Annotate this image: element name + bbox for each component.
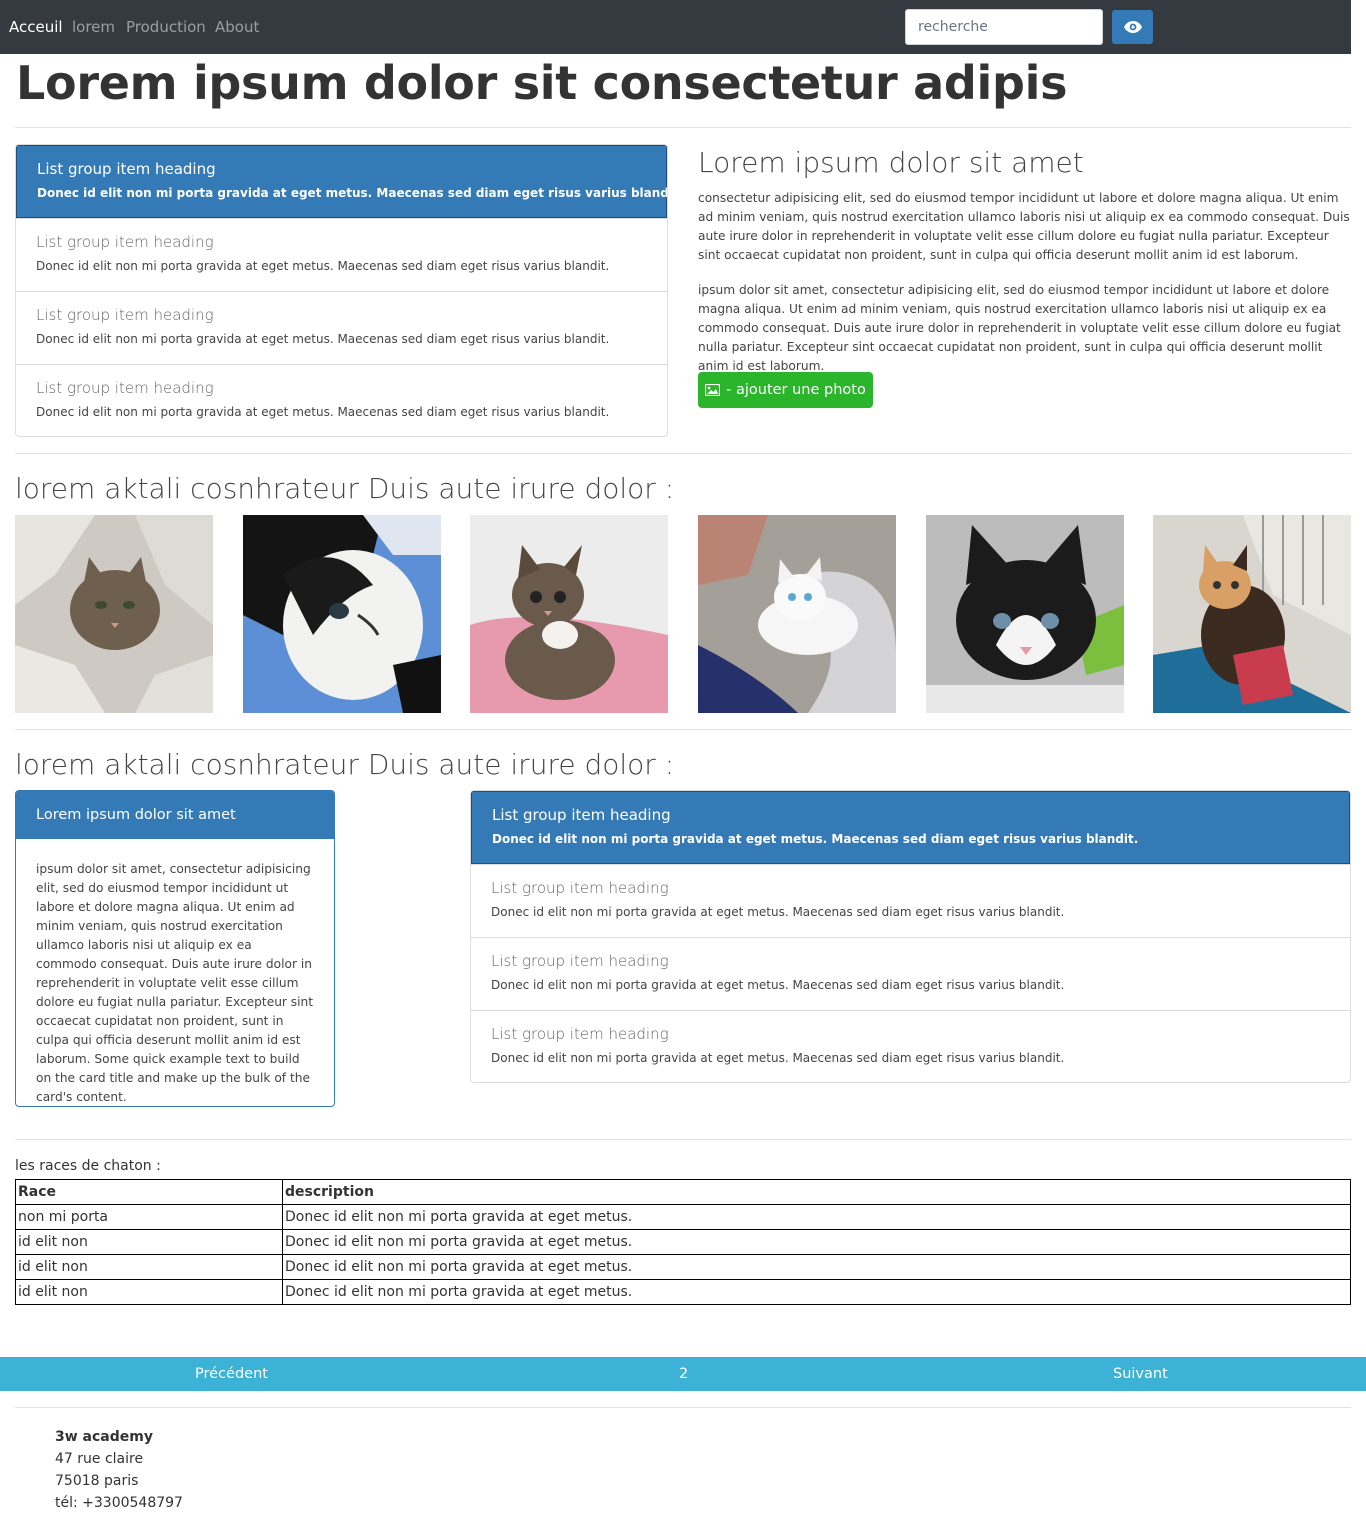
table-row: non mi porta Donec id elit non mi porta … bbox=[15, 1204, 1351, 1230]
divider bbox=[15, 1139, 1351, 1140]
list-item[interactable]: List group item heading Donec id elit no… bbox=[16, 145, 667, 218]
info-card: Lorem ipsum dolor sit amet ipsum dolor s… bbox=[15, 790, 335, 1107]
intro-title: Lorem ipsum dolor sit amet bbox=[698, 146, 1084, 179]
list-item[interactable]: List group item heading Donec id elit no… bbox=[471, 864, 1350, 937]
table-header-row: Race description bbox=[15, 1179, 1351, 1205]
table-caption: les races de chaton : bbox=[15, 1158, 161, 1174]
list-item[interactable]: List group item heading Donec id elit no… bbox=[471, 791, 1350, 864]
column-header-description: description bbox=[282, 1179, 1351, 1205]
section-title: lorem aktali cosnhrateur Duis aute irure… bbox=[15, 748, 675, 781]
card-body: ipsum dolor sit amet, consectetur adipis… bbox=[36, 862, 314, 1104]
table-row: id elit non Donec id elit non mi porta g… bbox=[15, 1279, 1351, 1305]
list-item-heading: List group item heading bbox=[37, 160, 216, 178]
table-cell-race: non mi porta bbox=[15, 1204, 283, 1230]
add-photo-button[interactable]: - ajouter une photo bbox=[698, 372, 873, 408]
list-item-text: Donec id elit non mi porta gravida at eg… bbox=[491, 1051, 1065, 1065]
footer-phone: tél: +3300548797 bbox=[55, 1495, 183, 1511]
navbar: Acceuil lorem Production About bbox=[0, 0, 1351, 54]
previous-page-link[interactable]: Précédent bbox=[195, 1366, 268, 1382]
search-input[interactable] bbox=[905, 9, 1103, 45]
list-item-heading: List group item heading bbox=[491, 1025, 669, 1043]
kitten-photo-5[interactable] bbox=[926, 515, 1124, 713]
list-item[interactable]: List group item heading Donec id elit no… bbox=[16, 364, 667, 436]
table-cell-description: Donec id elit non mi porta gravida at eg… bbox=[282, 1279, 1351, 1305]
table-row: id elit non Donec id elit non mi porta g… bbox=[15, 1254, 1351, 1280]
list-item-heading: List group item heading bbox=[36, 233, 214, 251]
kitten-photo-1[interactable] bbox=[15, 515, 213, 713]
list-item-heading: List group item heading bbox=[491, 879, 669, 897]
next-page-link[interactable]: Suivant bbox=[1113, 1366, 1168, 1382]
gallery-title: lorem aktali cosnhrateur Duis aute irure… bbox=[15, 472, 675, 505]
list-item-heading: List group item heading bbox=[491, 952, 669, 970]
list-group: List group item heading Donec id elit no… bbox=[15, 144, 668, 437]
page-title: Lorem ipsum dolor sit consectetur adipis bbox=[16, 56, 1068, 110]
divider bbox=[15, 729, 1351, 730]
list-item[interactable]: List group item heading Donec id elit no… bbox=[471, 937, 1350, 1010]
search-button[interactable] bbox=[1112, 10, 1153, 44]
footer-city: 75018 paris bbox=[55, 1473, 139, 1489]
list-item[interactable]: List group item heading Donec id elit no… bbox=[471, 1010, 1350, 1082]
nav-link-production[interactable]: Production bbox=[126, 18, 206, 36]
list-item-heading: List group item heading bbox=[36, 306, 214, 324]
table-cell-race: id elit non bbox=[15, 1254, 283, 1280]
list-item-text: Donec id elit non mi porta gravida at eg… bbox=[491, 905, 1065, 919]
table-row: id elit non Donec id elit non mi porta g… bbox=[15, 1229, 1351, 1255]
kitten-photo-6[interactable] bbox=[1153, 515, 1351, 713]
nav-link-lorem[interactable]: lorem bbox=[72, 18, 115, 36]
footer-street: 47 rue claire bbox=[55, 1451, 144, 1467]
list-item-text: Donec id elit non mi porta gravida at eg… bbox=[491, 978, 1065, 992]
table-cell-description: Donec id elit non mi porta gravida at eg… bbox=[282, 1204, 1351, 1230]
list-group: List group item heading Donec id elit no… bbox=[470, 790, 1351, 1083]
divider bbox=[15, 127, 1351, 128]
table-cell-race: id elit non bbox=[15, 1279, 283, 1305]
list-item-heading: List group item heading bbox=[36, 379, 214, 397]
pagination: Précédent 2 Suivant bbox=[0, 1357, 1366, 1391]
list-item[interactable]: List group item heading Donec id elit no… bbox=[16, 218, 667, 291]
table-cell-description: Donec id elit non mi porta gravida at eg… bbox=[282, 1254, 1351, 1280]
footer-company-name: 3w academy bbox=[55, 1429, 153, 1445]
nav-link-about[interactable]: About bbox=[215, 18, 259, 36]
kitten-photo-2[interactable] bbox=[243, 515, 441, 713]
current-page[interactable]: 2 bbox=[679, 1366, 688, 1382]
card-header: Lorem ipsum dolor sit amet bbox=[16, 791, 334, 839]
column-header-race: Race bbox=[15, 1179, 283, 1205]
divider bbox=[15, 1407, 1351, 1408]
list-item-text: Donec id elit non mi porta gravida at eg… bbox=[37, 186, 668, 200]
kitten-photo-3[interactable] bbox=[470, 515, 668, 713]
image-icon bbox=[705, 384, 721, 396]
list-item-text: Donec id elit non mi porta gravida at eg… bbox=[36, 332, 610, 346]
add-photo-label: - ajouter une photo bbox=[726, 382, 866, 398]
list-item-text: Donec id elit non mi porta gravida at eg… bbox=[36, 405, 610, 419]
list-item-text: Donec id elit non mi porta gravida at eg… bbox=[492, 832, 1139, 846]
intro-paragraph: consectetur adipisicing elit, sed do eiu… bbox=[698, 191, 1350, 262]
table-cell-description: Donec id elit non mi porta gravida at eg… bbox=[282, 1229, 1351, 1255]
eye-icon bbox=[1123, 21, 1142, 33]
list-item[interactable]: List group item heading Donec id elit no… bbox=[16, 291, 667, 364]
races-table: Race description non mi porta Donec id e… bbox=[15, 1179, 1351, 1305]
footer-address: 3w academy 47 rue claire 75018 paris tél… bbox=[55, 1426, 183, 1514]
divider bbox=[15, 453, 1351, 454]
kitten-photo-4[interactable] bbox=[698, 515, 896, 713]
nav-link-acceuil[interactable]: Acceuil bbox=[9, 18, 63, 36]
table-cell-race: id elit non bbox=[15, 1229, 283, 1255]
intro-paragraph: ipsum dolor sit amet, consectetur adipis… bbox=[698, 283, 1341, 373]
list-item-heading: List group item heading bbox=[492, 806, 671, 824]
list-item-text: Donec id elit non mi porta gravida at eg… bbox=[36, 259, 610, 273]
